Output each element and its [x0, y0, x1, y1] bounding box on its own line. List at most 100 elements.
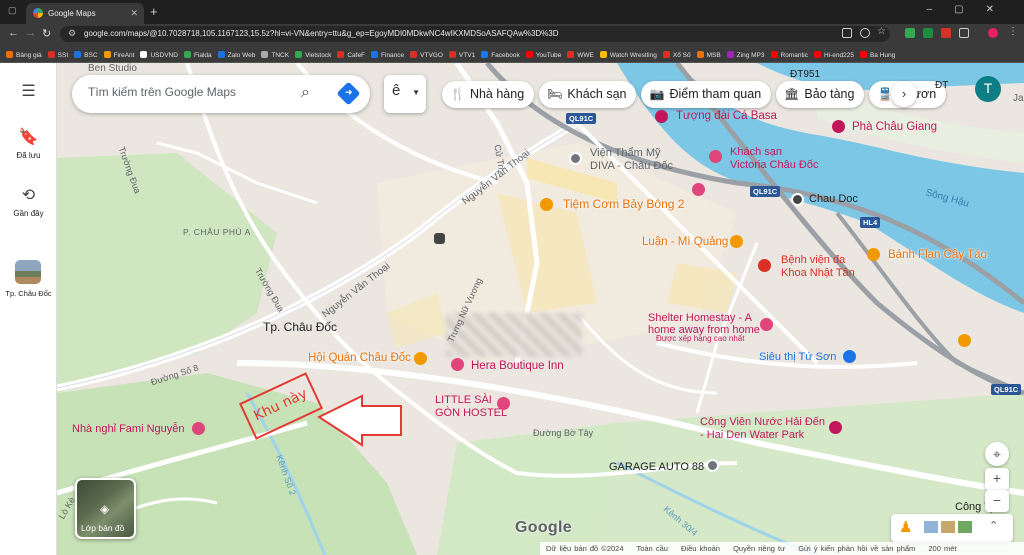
map-canvas[interactable] [57, 63, 1024, 555]
bookmark-item[interactable]: Zalo Web [217, 51, 255, 59]
saved-button[interactable]: 🔖 Đã lưu [0, 127, 57, 160]
bookmark-item[interactable]: MSB [696, 51, 721, 59]
recent-button[interactable]: ⟲ Gần đây [0, 185, 57, 218]
feedback-link[interactable]: Gửi ý kiến phản hồi về sản phẩm [798, 544, 915, 553]
forward-icon[interactable]: → [25, 27, 36, 39]
hotel-pin-icon[interactable] [709, 150, 722, 163]
bookmark-item[interactable]: Finance [371, 51, 404, 59]
menu-dots-icon[interactable]: ⋮ [1008, 26, 1018, 37]
bookmark-item[interactable]: Romantic [770, 51, 808, 59]
back-icon[interactable]: ← [8, 27, 19, 39]
category-chip[interactable]: 🛏 Khách sạn [539, 81, 637, 108]
extension-icon[interactable] [905, 28, 915, 38]
bookmark-item[interactable]: VTV1 [448, 51, 475, 59]
bookmark-item[interactable]: VTVGO [410, 51, 443, 59]
place-label[interactable]: Công Viên Nước Hải Đến - Hai Den Water P… [700, 416, 825, 442]
scale-label[interactable]: 200 mét [928, 544, 956, 553]
restaurant-pin-icon[interactable] [867, 248, 880, 261]
place-label[interactable]: Hera Boutique Inn [471, 360, 564, 372]
search-input[interactable] [88, 85, 288, 99]
imagery-thumb-icon[interactable] [924, 521, 938, 533]
new-tab-icon[interactable]: + [150, 4, 158, 19]
shop-pin-icon[interactable] [569, 152, 582, 165]
restaurant-pin-icon[interactable] [414, 352, 427, 365]
place-label[interactable]: Hội Quán Châu Đốc [308, 352, 411, 364]
install-app-icon[interactable] [842, 28, 852, 38]
shopping-pin-icon[interactable] [843, 350, 856, 363]
directions-button[interactable]: ➜ [336, 81, 361, 106]
zoom-icon[interactable] [860, 28, 870, 38]
bookmark-item[interactable]: Hi-end225 [813, 51, 854, 59]
bookmark-item[interactable]: TNCK [261, 51, 289, 59]
profile-icon[interactable] [988, 28, 998, 38]
menu-button[interactable]: ☰ [0, 81, 57, 105]
bookmark-item[interactable]: Xổ Số [662, 51, 691, 59]
my-location-button[interactable]: ⌖ [985, 442, 1009, 466]
imagery-thumb-icon[interactable] [941, 521, 955, 533]
privacy-link[interactable]: Quyền riêng tư [733, 544, 785, 553]
expand-icon[interactable]: ⌃ [989, 519, 998, 532]
ferry-pin-icon[interactable] [791, 193, 804, 206]
hotel-pin-icon[interactable] [760, 318, 773, 331]
place-label[interactable]: Viện Thẩm Mỹ DIVA - Châu Đốc [590, 147, 673, 173]
bookmark-item[interactable]: Facebook [481, 51, 520, 59]
browser-tab[interactable]: Google Maps ✕ [26, 3, 144, 24]
pegman-icon[interactable]: ♟ [899, 518, 912, 536]
place-label[interactable]: Chau Doc [809, 193, 858, 205]
shop-pin-icon[interactable] [706, 459, 719, 472]
hotel-pin-icon[interactable] [497, 397, 510, 410]
extension-icon[interactable] [923, 28, 933, 38]
bookmark-item[interactable]: USDVND [140, 51, 178, 59]
place-label[interactable]: Tượng đài Cá Basa [676, 110, 777, 122]
category-chip[interactable]: 🏛 Bảo tàng [776, 81, 865, 108]
reload-icon[interactable]: ↻ [42, 27, 51, 40]
hotel-pin-icon[interactable] [451, 358, 464, 371]
place-thumbnail[interactable] [15, 260, 41, 284]
zoom-in-button[interactable]: + [985, 468, 1009, 490]
window-controls[interactable]: –▢✕ [927, 4, 1016, 15]
bookmark-star-icon[interactable]: ☆ [877, 26, 887, 37]
landmark-pin-icon[interactable] [655, 110, 668, 123]
site-info-icon[interactable]: ⚙ [68, 28, 76, 39]
extension-icon[interactable] [941, 28, 951, 38]
bookmark-item[interactable]: Fialda [183, 51, 212, 59]
chips-next-button[interactable]: › [891, 81, 917, 107]
restaurant-pin-icon[interactable] [958, 334, 971, 347]
place-label[interactable]: Bánh Flan Cây Táo [888, 249, 987, 261]
category-chip[interactable]: 📷 Điểm tham quan [641, 81, 772, 108]
category-chip[interactable]: 🍴 Nhà hàng [442, 81, 535, 108]
bookmark-item[interactable]: Watch Wrestling [599, 51, 657, 59]
bookmark-item[interactable]: FireAnt [103, 51, 134, 59]
input-method-button[interactable]: ê ▼ [384, 75, 426, 113]
close-tab-icon[interactable]: ✕ [130, 8, 138, 19]
hotel-pin-icon[interactable] [692, 183, 705, 196]
place-label[interactable]: Shelter Homestay - A home away from home [648, 312, 760, 336]
restaurant-pin-icon[interactable] [540, 198, 553, 211]
place-label[interactable]: Siêu thị Tứ Sơn [759, 351, 836, 363]
terms-link[interactable]: Điều khoản [681, 544, 720, 553]
bookmark-item[interactable]: CafeF [337, 51, 365, 59]
recent-place-item[interactable]: Tp. Châu Đốc [0, 289, 57, 298]
bookmark-item[interactable]: BSC [74, 51, 98, 59]
restaurant-pin-icon[interactable] [730, 235, 743, 248]
bus-stop-icon[interactable] [434, 233, 445, 244]
search-icon[interactable]: ⌕ [301, 84, 310, 102]
address-bar[interactable]: ⚙ google.com/maps/@10.7028718,105.116712… [60, 26, 890, 42]
extensions-puzzle-icon[interactable] [959, 28, 969, 38]
tab-search-icon[interactable]: ▢ [8, 5, 17, 16]
park-pin-icon[interactable] [829, 421, 842, 434]
bookmark-item[interactable]: Zing MP3 [726, 51, 765, 59]
imagery-thumb-icon[interactable] [958, 521, 972, 533]
place-label[interactable]: Bệnh viện đa Khoa Nhật Tân [781, 254, 855, 280]
place-label[interactable]: Nhà nghỉ Fami Nguyễn [72, 423, 185, 435]
layers-button[interactable]: ◈ Lớp bản đồ [75, 478, 136, 539]
bookmark-item[interactable]: Bảng giá [6, 51, 42, 59]
place-label[interactable]: LITTLE SÀI GÒN HOSTEL [435, 394, 507, 420]
bookmark-item[interactable]: Vietstock [295, 51, 331, 59]
place-label[interactable]: Tiệm Cơm Bảy Bông 2 [563, 197, 684, 211]
bookmark-item[interactable]: YouTube [525, 51, 561, 59]
account-avatar[interactable]: T [975, 76, 1001, 102]
place-label[interactable]: GARAGE AUTO 88 [609, 461, 704, 473]
zoom-out-button[interactable]: − [985, 490, 1009, 512]
place-label[interactable]: Khách sạn Victoria Châu Đốc [730, 146, 818, 172]
